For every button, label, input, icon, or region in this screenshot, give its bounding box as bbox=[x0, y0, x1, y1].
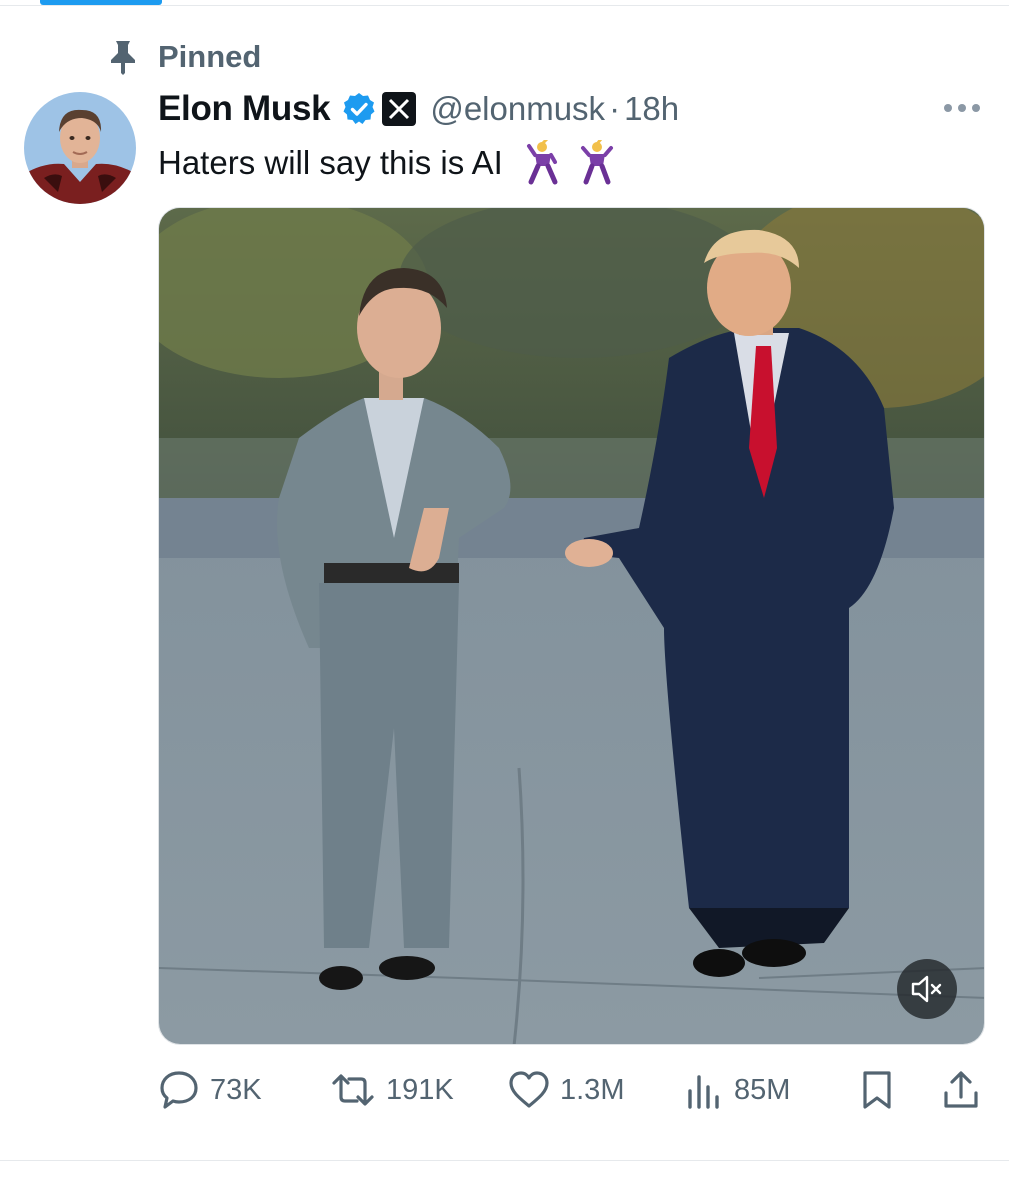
heart-icon bbox=[509, 1071, 549, 1108]
bookmark-icon bbox=[863, 1071, 891, 1109]
more-options-icon[interactable] bbox=[942, 98, 982, 118]
video-frame bbox=[159, 208, 984, 1044]
pinned-indicator: Pinned bbox=[108, 38, 261, 76]
reply-button[interactable]: 73K bbox=[158, 1062, 262, 1118]
action-bar: 73K 191K 1.3M 85M bbox=[158, 1062, 988, 1118]
dancer-emoji-icon bbox=[580, 140, 613, 185]
reply-icon bbox=[160, 1071, 198, 1109]
repost-button[interactable]: 191K bbox=[330, 1062, 454, 1118]
analytics-icon bbox=[688, 1075, 719, 1109]
repost-icon bbox=[332, 1074, 374, 1106]
speaker-muted-icon bbox=[911, 975, 942, 1003]
divider bbox=[0, 1160, 1009, 1161]
dancer-emoji-icon bbox=[526, 140, 558, 185]
verified-icon bbox=[343, 93, 375, 124]
repost-count: 191K bbox=[386, 1073, 454, 1106]
reply-count: 73K bbox=[210, 1073, 262, 1106]
divider bbox=[0, 5, 1009, 6]
tweet-page: Pinned Elon Musk @elonmusk · 18h Haters … bbox=[0, 0, 1009, 1200]
like-button[interactable]: 1.3M bbox=[508, 1062, 624, 1118]
share-button[interactable] bbox=[941, 1062, 981, 1118]
share-icon bbox=[944, 1071, 978, 1108]
tweet-text: Haters will say this is AI bbox=[158, 138, 617, 188]
timestamp[interactable]: 18h bbox=[624, 90, 679, 128]
views-count: 85M bbox=[734, 1073, 791, 1106]
tweet-video[interactable] bbox=[158, 207, 985, 1045]
mute-button[interactable] bbox=[897, 959, 957, 1019]
avatar[interactable] bbox=[24, 92, 136, 204]
like-count: 1.3M bbox=[560, 1073, 625, 1106]
display-name[interactable]: Elon Musk bbox=[158, 89, 331, 129]
tweet-header: Elon Musk @elonmusk · 18h bbox=[158, 86, 679, 132]
pin-icon bbox=[111, 41, 135, 75]
separator-dot: · bbox=[609, 90, 621, 127]
tweet-body: Haters will say this is AI bbox=[158, 144, 503, 181]
pinned-label: Pinned bbox=[158, 39, 262, 74]
x-logo-icon bbox=[382, 92, 417, 126]
views-button[interactable]: 85M bbox=[684, 1062, 790, 1118]
bookmark-button[interactable] bbox=[858, 1062, 896, 1118]
author-handle[interactable]: @elonmusk bbox=[430, 90, 605, 128]
